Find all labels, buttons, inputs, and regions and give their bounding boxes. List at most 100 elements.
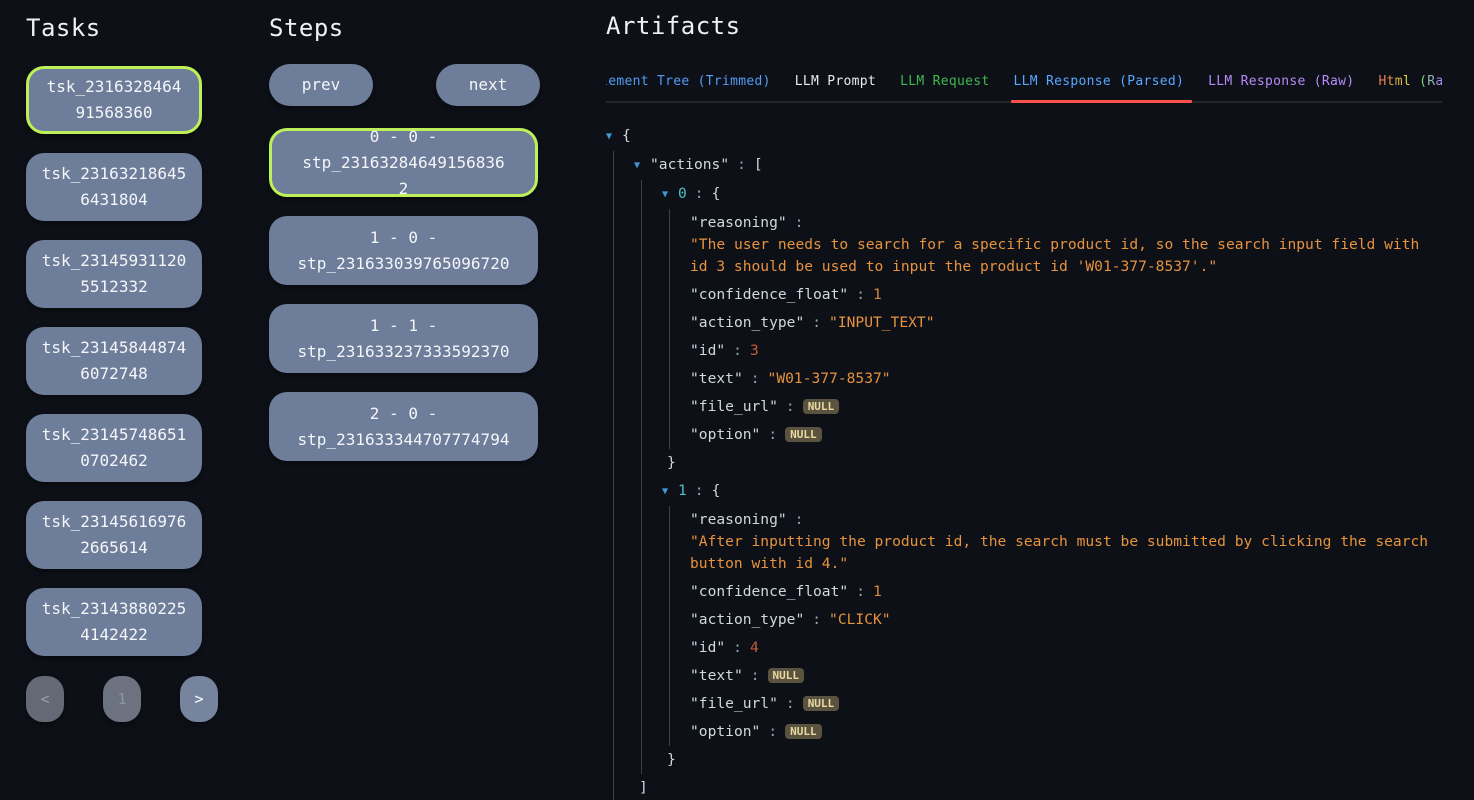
json-row: text:W01-377-8537 xyxy=(690,365,1442,393)
pagination-prev-button[interactable]: < xyxy=(26,676,64,722)
json-string-value: After inputting the product id, the sear… xyxy=(690,531,1442,575)
json-row: file_url:NULL xyxy=(690,393,1442,421)
json-key: option xyxy=(690,723,760,740)
json-number-value: 4 xyxy=(750,639,759,656)
task-button[interactable]: tsk_231456169762665614 xyxy=(26,501,202,569)
json-bracket: { xyxy=(622,127,631,144)
pagination-next-button[interactable]: > xyxy=(180,676,218,722)
json-row: option:NULL xyxy=(690,718,1442,746)
step-button[interactable]: 1 - 1 - stp_231633237333592370 xyxy=(269,304,538,373)
json-number-value: 1 xyxy=(873,583,882,600)
json-row: } xyxy=(662,449,1442,477)
step-button[interactable]: 2 - 0 - stp_231633344707774794 xyxy=(269,392,538,461)
json-key: file_url xyxy=(690,398,778,415)
steps-panel: Steps prev next 0 - 0 - stp_231632846491… xyxy=(269,14,540,461)
step-button[interactable]: 1 - 0 - stp_231633039765096720 xyxy=(269,216,538,285)
json-colon: : xyxy=(856,583,865,600)
prev-step-button[interactable]: prev xyxy=(269,64,373,106)
json-row: id:4 xyxy=(690,634,1442,662)
tab-element-tree-trimmed[interactable]: Element Tree (Trimmed) xyxy=(606,74,771,89)
task-list: tsk_231632846491568360 tsk_2316321864564… xyxy=(26,66,204,656)
json-key: option xyxy=(690,426,760,443)
json-bracket: ] xyxy=(639,779,648,796)
json-colon: : xyxy=(812,611,821,628)
json-key: confidence_float xyxy=(690,583,848,600)
json-colon: : xyxy=(812,314,821,331)
json-colon: : xyxy=(733,342,742,359)
tasks-pagination: < 1 > xyxy=(26,676,218,722)
json-viewer: ▼{ ▼actions:[ ▼0:{ reasoning:The user ne… xyxy=(606,122,1442,800)
json-colon: : xyxy=(768,723,777,740)
json-null-badge: NULL xyxy=(768,668,805,683)
json-colon: : xyxy=(795,511,804,528)
json-row: reasoning:The user needs to search for a… xyxy=(690,209,1442,281)
json-row: option:NULL xyxy=(690,421,1442,449)
collapse-arrow-icon[interactable]: ▼ xyxy=(662,481,678,503)
json-bracket: } xyxy=(667,454,676,471)
task-button[interactable]: tsk_231459311205512332 xyxy=(26,240,202,308)
json-row: ▼{ xyxy=(606,122,1442,151)
json-number-value: 3 xyxy=(750,342,759,359)
steps-title: Steps xyxy=(269,14,540,42)
json-key: id xyxy=(690,639,725,656)
json-bracket: { xyxy=(712,482,721,499)
json-colon: : xyxy=(786,695,795,712)
json-colon: : xyxy=(751,667,760,684)
json-row: ▼actions: [ xyxy=(634,151,1442,180)
json-colon: : xyxy=(768,426,777,443)
next-step-button[interactable]: next xyxy=(436,64,540,106)
json-children: ▼actions:[ ▼0:{ reasoning:The user needs… xyxy=(613,151,1442,800)
json-bracket: [ xyxy=(754,156,763,173)
json-children: reasoning: After inputting the product id… xyxy=(669,506,1442,746)
json-key: text xyxy=(690,370,743,387)
json-row: id:3 xyxy=(690,337,1442,365)
json-colon: : xyxy=(856,286,865,303)
collapse-arrow-icon[interactable]: ▼ xyxy=(662,184,678,206)
json-key: reasoning xyxy=(690,511,787,528)
collapse-arrow-icon[interactable]: ▼ xyxy=(634,155,650,177)
json-colon: : xyxy=(737,156,746,173)
json-bracket: { xyxy=(712,185,721,202)
json-key: text xyxy=(690,667,743,684)
json-row: ▼0:{ xyxy=(662,180,1442,209)
tab-llm-response-raw[interactable]: LLM Response (Raw) xyxy=(1208,74,1354,89)
task-button[interactable]: tsk_231457486510702462 xyxy=(26,414,202,482)
tasks-panel: Tasks tsk_231632846491568360 tsk_2316321… xyxy=(26,14,204,722)
json-array-index: 1 xyxy=(678,482,687,499)
task-button[interactable]: tsk_231458448746072748 xyxy=(26,327,202,395)
json-null-badge: NULL xyxy=(803,696,840,711)
json-children: reasoning:The user needs to search for a… xyxy=(669,209,1442,449)
tab-llm-prompt[interactable]: LLM Prompt xyxy=(795,74,876,89)
tab-html-raw[interactable]: Html (Raw) xyxy=(1378,74,1442,89)
tab-llm-request[interactable]: LLM Request xyxy=(900,74,989,89)
json-row: reasoning: After inputting the product id… xyxy=(690,506,1442,578)
json-colon: : xyxy=(695,185,704,202)
tab-llm-response-parsed[interactable]: LLM Response (Parsed) xyxy=(1013,74,1184,89)
json-row: ▼1:{ xyxy=(662,477,1442,506)
task-button[interactable]: tsk_231438802254142422 xyxy=(26,588,202,656)
json-number-value: 1 xyxy=(873,286,882,303)
task-button[interactable]: tsk_231632846491568360 xyxy=(26,66,202,134)
pagination-page-button[interactable]: 1 xyxy=(103,676,141,722)
json-key: file_url xyxy=(690,695,778,712)
json-row: action_type:INPUT_TEXT xyxy=(690,309,1442,337)
json-null-badge: NULL xyxy=(803,399,840,414)
json-key: actions xyxy=(650,156,729,173)
json-row: ] xyxy=(634,774,1442,800)
json-children: ▼0:{ reasoning:The user needs to search … xyxy=(641,180,1442,774)
json-key: confidence_float xyxy=(690,286,848,303)
step-list: 0 - 0 - stp_231632846491568362 1 - 0 - s… xyxy=(269,128,540,461)
task-button[interactable]: tsk_231632186456431804 xyxy=(26,153,202,221)
json-key: action_type xyxy=(690,611,804,628)
step-button[interactable]: 0 - 0 - stp_231632846491568362 xyxy=(269,128,538,197)
json-string-value: W01-377-8537 xyxy=(768,368,891,390)
json-row: action_type:CLICK xyxy=(690,606,1442,634)
artifacts-title: Artifacts xyxy=(606,12,1442,40)
collapse-arrow-icon[interactable]: ▼ xyxy=(606,126,622,148)
json-row: } xyxy=(662,746,1442,774)
json-colon: : xyxy=(733,639,742,656)
json-row: file_url: NULL xyxy=(690,690,1442,718)
json-string-value: The user needs to search for a specific … xyxy=(690,234,1442,278)
json-row: confidence_float:1 xyxy=(690,578,1442,606)
tasks-title: Tasks xyxy=(26,14,204,42)
